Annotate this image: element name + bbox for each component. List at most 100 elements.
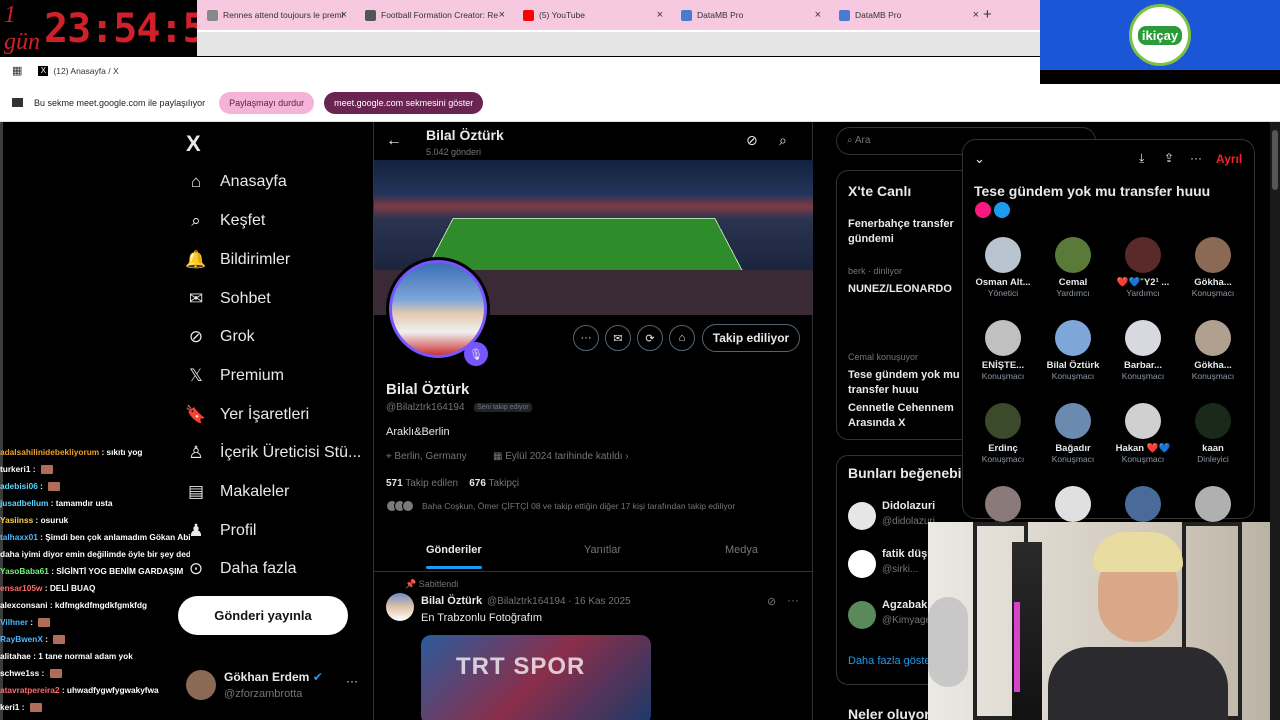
space-participant[interactable]: Barbar... Konuşmacı xyxy=(1108,320,1178,381)
space-participant[interactable]: Osman Alt... Yönetici xyxy=(968,237,1038,298)
tweet-author[interactable]: Bilal Öztürk xyxy=(421,595,482,607)
browser-tab[interactable]: (5) YouTube × xyxy=(523,0,663,30)
sidebar-item-1[interactable]: ⌂ Anasayfa xyxy=(186,172,287,192)
sidebar-item-6[interactable]: 𝕏 Premium xyxy=(186,366,284,386)
share-icon[interactable]: ⇪ xyxy=(1164,151,1174,165)
space-participant[interactable]: Gökha... Konuşmacı xyxy=(1178,320,1248,381)
close-icon[interactable]: × xyxy=(657,9,663,21)
browser-tab[interactable]: DataMB Pro × xyxy=(681,0,821,30)
space-participant[interactable]: Gökha... Konuşmacı xyxy=(1178,237,1248,298)
grok-icon[interactable]: ⊘ xyxy=(767,595,776,608)
more-icon[interactable]: ··· xyxy=(1190,151,1202,165)
avatar[interactable] xyxy=(848,502,876,530)
tab-replies[interactable]: Yanıtlar xyxy=(584,544,621,556)
browser-tab[interactable]: Rennes attend toujours le premi × xyxy=(207,0,347,30)
browser-tab[interactable]: Football Formation Creator: Re × xyxy=(365,0,505,30)
space-participant[interactable]: kaan Dinleyici xyxy=(1178,403,1248,464)
tweet-image[interactable]: TRT SPOR xyxy=(421,635,651,720)
suggestion-name[interactable]: Didolazuri xyxy=(882,500,935,512)
message-button[interactable]: ✉ xyxy=(605,325,631,351)
space-participant[interactable]: Cemal Yardımcı xyxy=(1038,237,1108,298)
space-participant[interactable]: Hakan ❤️💙 Konuşmacı xyxy=(1108,403,1178,464)
grok-icon[interactable]: ⊘ xyxy=(746,132,758,149)
participant-role: Konuşmacı xyxy=(1121,371,1165,381)
avatar xyxy=(1195,320,1231,356)
sidebar-item-9[interactable]: ▤ Makaleler xyxy=(186,482,289,502)
space-participant[interactable] xyxy=(1108,486,1178,526)
space-participant[interactable]: Bilal Öztürk Konuşmacı xyxy=(1038,320,1108,381)
space-participant[interactable] xyxy=(968,486,1038,526)
x-logo-icon[interactable]: X xyxy=(186,131,201,157)
active-tab-title[interactable]: (12) Anasayfa / X xyxy=(53,66,118,76)
search-icon: ⌕ xyxy=(191,211,201,230)
participant-role: Yardımcı xyxy=(1126,288,1160,298)
show-meet-tab-button[interactable]: meet.google.com sekmesini göster xyxy=(324,91,484,114)
account-switcher[interactable]: Gökhan Erdem ✔ @zforzambrotta ··· xyxy=(186,668,366,708)
participant-name: ❤️💙Ὕ2¹ ... xyxy=(1116,277,1170,288)
chat-message: RayBwenX : xyxy=(0,631,190,648)
more-icon[interactable]: ··· xyxy=(346,674,358,688)
more-options-button[interactable]: ··· xyxy=(573,325,599,351)
sidebar-item-2[interactable]: ⌕ Keşfet xyxy=(186,211,265,231)
back-arrow-icon[interactable]: ← xyxy=(386,132,402,150)
space-participant[interactable]: Erdinç Konuşmacı xyxy=(968,403,1038,464)
tab-posts[interactable]: Gönderiler xyxy=(426,544,482,556)
space-participant[interactable]: ❤️💙Ὕ2¹ ... Yardımcı xyxy=(1108,237,1178,298)
sidebar-item-5[interactable]: ⊘ Grok xyxy=(186,327,255,347)
chevron-down-icon[interactable]: ⌄ xyxy=(974,151,985,167)
tab-media[interactable]: Medya xyxy=(725,544,758,556)
sidebar-item-7[interactable]: 🔖 Yer İşaretleri xyxy=(185,405,309,425)
post-button[interactable]: Gönderi yayınla xyxy=(178,596,348,635)
avatar xyxy=(985,403,1021,439)
chat-user: adalsahilinidebekliyorum xyxy=(0,447,100,457)
sidebar-item-4[interactable]: ✉ Sohbet xyxy=(186,289,271,309)
address-bar[interactable] xyxy=(197,30,1040,56)
chat-text: osuruk xyxy=(40,515,69,525)
sidebar-item-8[interactable]: ♙ İçerik Üreticisi Stü... xyxy=(186,443,361,463)
avatar[interactable] xyxy=(848,550,876,578)
stop-sharing-button[interactable]: Paylaşmayı durdur xyxy=(219,91,315,114)
apps-grid-icon[interactable]: ▦ xyxy=(12,64,22,77)
show-more-link[interactable]: Daha fazla göster xyxy=(848,655,934,667)
close-icon[interactable]: × xyxy=(341,9,347,21)
following-button[interactable]: Takip ediliyor xyxy=(702,324,800,352)
avatar[interactable] xyxy=(848,601,876,629)
close-icon[interactable]: × xyxy=(815,9,821,21)
sidebar-item-label: Bildirimler xyxy=(220,251,291,268)
tweet-meta: @Bilalztrk164194 · 16 Kas 2025 xyxy=(487,596,631,607)
sidebar-item-3[interactable]: 🔔 Bildirimler xyxy=(185,250,291,270)
close-icon[interactable]: × xyxy=(499,9,505,21)
x-icon: 𝕏 xyxy=(189,366,203,385)
space-participant[interactable] xyxy=(1038,486,1108,526)
divider xyxy=(374,571,813,572)
tweet-image-text: TRT SPOR xyxy=(456,653,586,680)
new-tab-button[interactable]: + xyxy=(983,0,992,30)
browser-tab[interactable]: DataMB Pro × xyxy=(839,0,979,30)
suggestion-name[interactable]: Agzabak xyxy=(882,599,927,611)
search-icon[interactable]: ⌕ xyxy=(779,132,787,149)
space-participant[interactable] xyxy=(1178,486,1248,526)
subscribe-button[interactable]: ⌂ xyxy=(669,325,695,351)
mic-icon[interactable]: 🎙 xyxy=(464,342,488,366)
known-followers[interactable]: Baha Coşkun, Ömer ÇİFTÇİ 08 ve takip ett… xyxy=(386,500,735,512)
participant-name: Osman Alt... xyxy=(975,277,1031,288)
sidebar-item-11[interactable]: ⊙ Daha fazla xyxy=(186,559,297,579)
close-icon[interactable]: × xyxy=(973,9,979,21)
avatar xyxy=(1125,403,1161,439)
leave-space-button[interactable]: Ayrıl xyxy=(1216,152,1242,166)
space-participant[interactable]: Bağadır Konuşmacı xyxy=(1038,403,1108,464)
space-participant[interactable]: ENİŞTE... Konuşmacı xyxy=(968,320,1038,381)
more-icon[interactable]: ··· xyxy=(787,593,799,607)
chat-text: 1 tane normal adam yok xyxy=(38,651,133,661)
minimize-icon[interactable]: ⤓ xyxy=(1139,151,1144,166)
avatar[interactable] xyxy=(386,593,414,621)
participant-name: ENİŞTE... xyxy=(981,360,1025,371)
follow-stats[interactable]: 571 Takip edilen 676 Takipçi xyxy=(386,478,519,489)
favicon-icon xyxy=(365,9,376,21)
chat-message: daha iyimi diyor emin değilimde öyle bir… xyxy=(0,546,190,563)
tab-label: DataMB Pro xyxy=(855,10,902,20)
sidebar-item-10[interactable]: ♟ Profil xyxy=(186,521,256,541)
chat-user: adebisi06 xyxy=(0,481,38,491)
scrollbar[interactable] xyxy=(1270,122,1280,720)
grok-summary-button[interactable]: ⟳ xyxy=(637,325,663,351)
